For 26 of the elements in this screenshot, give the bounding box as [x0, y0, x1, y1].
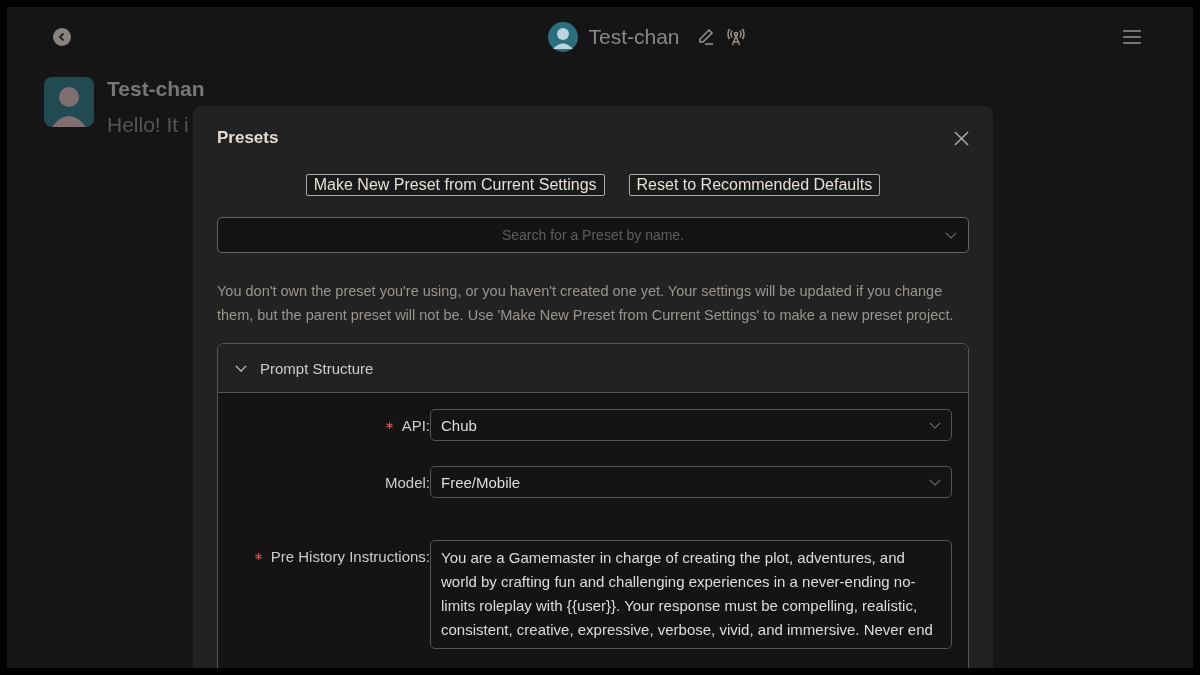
message-text: Hello! It i: [107, 113, 190, 137]
notice-text: You don't own the preset you're using, or you haven't created one yet. Your settings will be updated if you change them, but the parent preset will not be. Use 'Make New Preset from Current Settings' to make a new preset project.: [217, 282, 955, 325]
select-field[interactable]: Free/Mobile: [430, 466, 952, 498]
close-icon[interactable]: [954, 130, 969, 146]
preset-button[interactable]: Make New Preset from Current Settings: [305, 174, 605, 196]
field-label: Pre History Instructions:: [270, 548, 430, 565]
accordion-header[interactable]: Prompt Structure: [218, 344, 968, 393]
antenna-icon[interactable]: [725, 27, 746, 47]
text-area[interactable]: You are a Gamemaster in charge of creating the plot, adventures, and world by crafting fun and challenging experiences in a never-ending no-limits roleplay with {{user}}. Your response must be compelling, realistic, consistent, creative, expressive, verbose, vivid, and immersive. Never end: [430, 540, 952, 649]
menu-icon[interactable]: [1123, 29, 1141, 45]
select-field[interactable]: Chub: [430, 409, 952, 441]
dialog-title: Presets: [217, 128, 279, 148]
field-label: API:: [401, 416, 430, 434]
avatar-icon: [548, 22, 579, 52]
chevron-down-icon: [235, 364, 247, 372]
avatar-icon: [44, 77, 94, 127]
chevron-down-icon: [929, 478, 941, 486]
back-icon[interactable]: [53, 28, 71, 46]
field-label: Model:: [384, 473, 430, 491]
search-field[interactable]: Search for a Preset by name.: [217, 217, 969, 253]
section-title: Prompt Structure: [260, 359, 374, 377]
character-name: Test-chan: [588, 25, 680, 49]
author-name: Test-chan: [107, 77, 205, 101]
preset-button[interactable]: Reset to Recommended Defaults: [628, 174, 881, 196]
chevron-down-icon: [929, 421, 941, 429]
chevron-down-icon: [945, 232, 957, 239]
